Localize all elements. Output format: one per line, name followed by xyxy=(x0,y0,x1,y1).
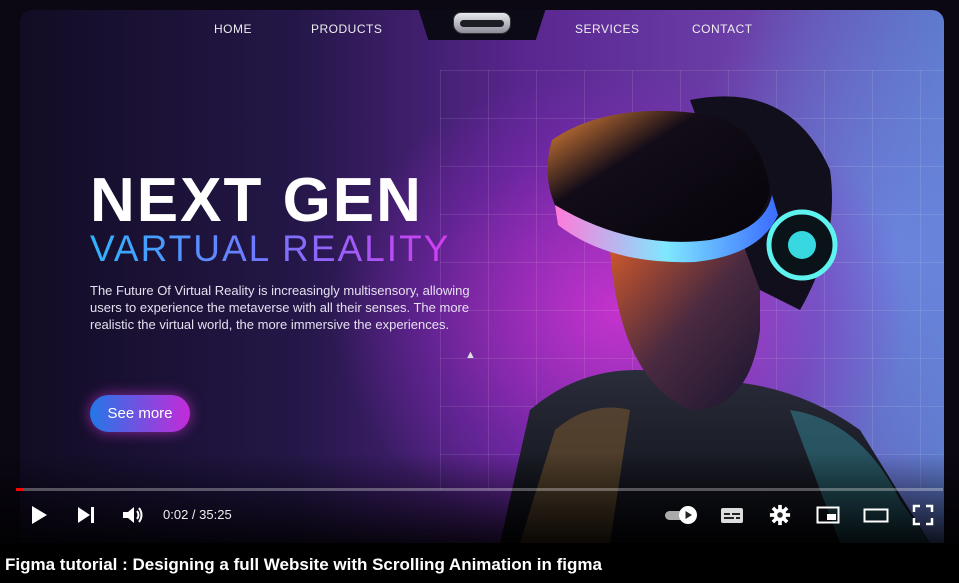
vr-headset-icon xyxy=(453,12,511,34)
autoplay-toggle[interactable] xyxy=(664,504,700,526)
nav-home[interactable]: HOME xyxy=(214,22,252,36)
fullscreen-button[interactable] xyxy=(912,504,934,526)
miniplayer-button[interactable] xyxy=(816,504,840,526)
nav-contact[interactable]: CONTACT xyxy=(692,22,753,36)
progress-played xyxy=(16,488,24,491)
progress-bar[interactable] xyxy=(16,488,943,491)
player-controls: 0:02 / 35:25 xyxy=(0,496,959,534)
hero-description: The Future Of Virtual Reality is increas… xyxy=(90,283,470,332)
mouse-cursor-icon: ▲ xyxy=(465,349,476,361)
video-title: Figma tutorial : Designing a full Websit… xyxy=(5,555,602,574)
volume-icon xyxy=(123,507,143,523)
autoplay-toggle-icon xyxy=(665,506,697,524)
theater-icon xyxy=(863,508,889,523)
subtitles-icon xyxy=(721,508,743,523)
time-display: 0:02 / 35:25 xyxy=(163,507,232,522)
hero-title: NEXT GEN xyxy=(90,166,423,235)
settings-button[interactable] xyxy=(768,504,792,526)
hero-subtitle: VARTUAL REALITY xyxy=(90,228,451,269)
site-nav: HOME PRODUCTS SERVICES CONTACT xyxy=(20,10,944,50)
fullscreen-icon xyxy=(912,504,934,526)
gear-icon xyxy=(769,504,791,526)
miniplayer-icon xyxy=(816,506,840,524)
theater-button[interactable] xyxy=(863,504,889,526)
subtitles-button[interactable] xyxy=(720,504,744,526)
see-more-button[interactable]: See more xyxy=(90,395,190,432)
next-icon xyxy=(78,507,94,523)
nav-services[interactable]: SERVICES xyxy=(575,22,639,36)
nav-products[interactable]: PRODUCTS xyxy=(311,22,382,36)
volume-button[interactable] xyxy=(121,504,145,526)
play-icon xyxy=(32,506,47,524)
video-player[interactable]: HOME PRODUCTS SERVICES CONTACT NEXT GEN … xyxy=(0,0,959,543)
next-button[interactable] xyxy=(75,504,97,526)
play-button[interactable] xyxy=(28,504,50,526)
